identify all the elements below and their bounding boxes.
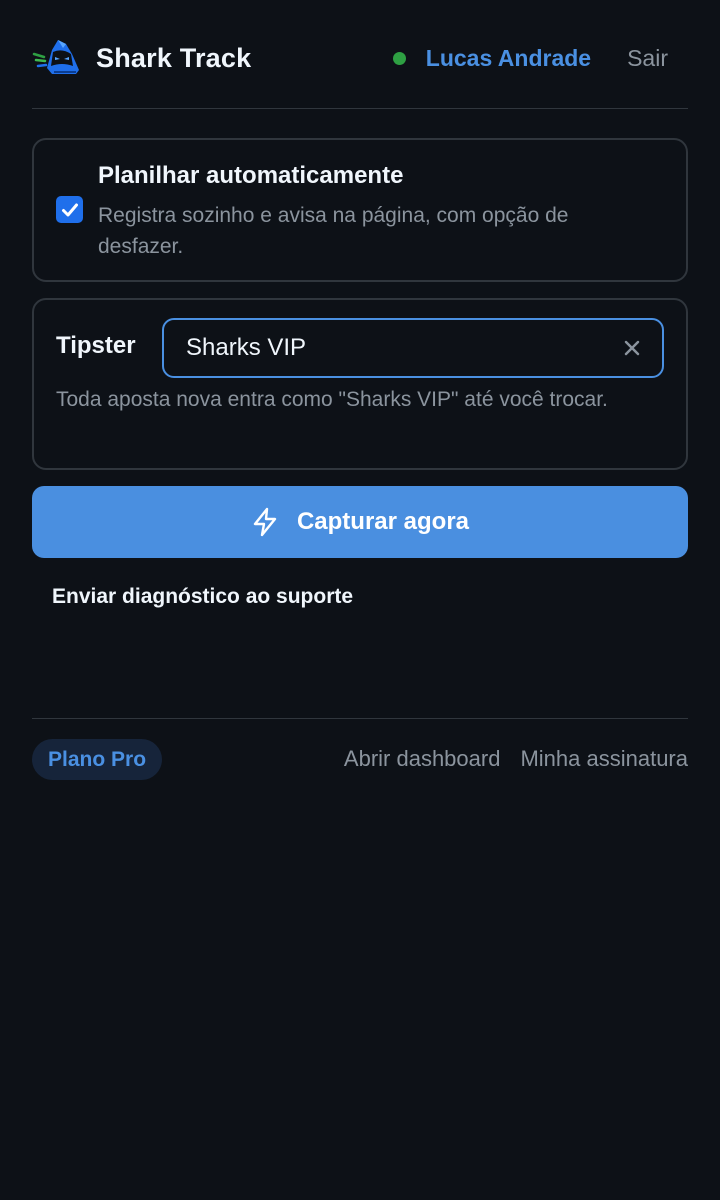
send-diagnostic-link[interactable]: Enviar diagnóstico ao suporte	[52, 585, 353, 609]
tipster-input-wrapper	[162, 318, 664, 378]
lightning-icon	[253, 507, 277, 537]
plan-badge: Plano Pro	[32, 739, 163, 780]
clear-tipster-button[interactable]	[612, 328, 652, 368]
tipster-label: Tipster	[56, 332, 136, 359]
user-area: Lucas Andrade Sair	[392, 45, 688, 72]
capture-now-label: Capturar agora	[296, 508, 470, 535]
auto-capture-description: Registra sozinho e avisa na página, com …	[98, 204, 569, 258]
popup-window: Shark Track Lucas Andrade Sair Planilhar…	[0, 0, 720, 1200]
my-subscription-link[interactable]: Minha assinatura	[520, 746, 688, 772]
open-dashboard-link[interactable]: Abrir dashboard	[344, 746, 501, 772]
logout-button[interactable]: Sair	[627, 45, 668, 72]
auto-capture-checkbox[interactable]	[56, 196, 83, 223]
check-icon	[61, 203, 78, 216]
auto-capture-card: Planilhar automaticamente Registra sozin…	[32, 138, 688, 282]
tipster-card: Tipster Toda aposta nova entra como "Sha…	[32, 298, 688, 470]
footer-divider	[32, 718, 688, 719]
capture-now-button[interactable]: Capturar agora	[32, 486, 688, 558]
tipster-input[interactable]	[164, 320, 612, 376]
shark-logo-icon	[32, 38, 80, 78]
online-status-indicator	[392, 51, 406, 65]
auto-capture-title: Planilhar automaticamente	[98, 162, 404, 189]
footer-links: Abrir dashboard Minha assinatura	[344, 746, 688, 772]
brand-name: Shark Track	[96, 42, 252, 73]
user-name-link[interactable]: Lucas Andrade	[426, 45, 591, 72]
close-icon	[624, 340, 640, 356]
tipster-hint: Toda aposta nova entra como "Sharks VIP"…	[56, 388, 608, 411]
header-divider	[32, 108, 688, 109]
header: Shark Track Lucas Andrade Sair	[32, 30, 688, 86]
